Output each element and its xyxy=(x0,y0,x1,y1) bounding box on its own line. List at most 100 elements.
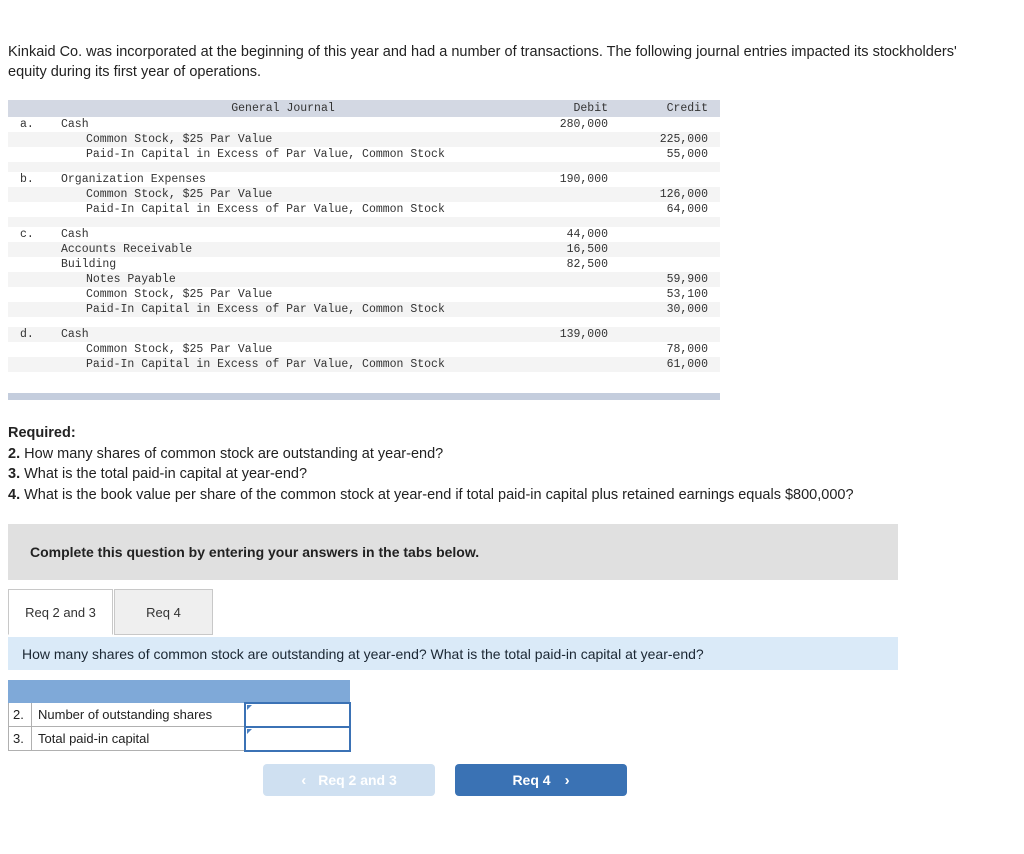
general-journal-table: General Journal Debit Credit a. Cash 280,000 C… xyxy=(8,100,720,372)
journal-entry-letter xyxy=(8,302,46,317)
journal-header-credit: Credit xyxy=(666,102,708,115)
journal-account-name: Building xyxy=(61,258,117,271)
answer-table-header-row xyxy=(8,680,350,703)
question-page: Kinkaid Co. was incorporated at the begi… xyxy=(0,0,1024,854)
journal-spacer-row xyxy=(8,317,720,327)
tab-req-2-and-3[interactable]: Req 2 and 3 xyxy=(8,589,113,635)
required-item-4-num: 4. xyxy=(8,486,21,503)
journal-header-blank xyxy=(8,100,46,117)
tab-req-4[interactable]: Req 4 xyxy=(114,589,213,635)
journal-entry-letter: d. xyxy=(20,328,34,341)
answer-row-3-label: Total paid-in capital xyxy=(31,726,245,751)
journal-debit-amount xyxy=(520,357,620,372)
required-item-4-text: What is the book value per share of the … xyxy=(20,486,854,503)
table-row: 2. Number of outstanding shares xyxy=(8,701,351,728)
required-item-2: 2. How many shares of common stock are o… xyxy=(8,445,1008,465)
journal-account-name: Notes Payable xyxy=(86,273,176,286)
journal-entry-letter xyxy=(8,272,46,287)
journal-line-row: Paid-In Capital in Excess of Par Value, … xyxy=(8,302,720,317)
answer-header-value-cell xyxy=(244,680,350,703)
journal-debit-amount xyxy=(520,302,620,317)
journal-entry-letter: b. xyxy=(20,173,34,186)
journal-line-row: Accounts Receivable 16,500 xyxy=(8,242,720,257)
journal-line-row: b. Organization Expenses 190,000 xyxy=(8,172,720,187)
journal-account-name: Organization Expenses xyxy=(61,173,206,186)
journal-debit-amount xyxy=(520,132,620,147)
table-row: 3. Total paid-in capital xyxy=(8,725,351,752)
chevron-right-icon: › xyxy=(564,771,570,789)
answer-header-num-cell xyxy=(8,680,32,703)
journal-spacer-row xyxy=(8,162,720,172)
next-req-button-label: Req 4 xyxy=(512,772,551,788)
journal-account-name: Cash xyxy=(61,118,89,131)
required-item-3-text: What is the total paid-in capital at yea… xyxy=(20,466,308,482)
journal-account-name: Accounts Receivable xyxy=(61,243,193,256)
journal-debit-amount xyxy=(520,342,620,357)
tab-underline xyxy=(8,635,898,637)
next-req-button[interactable]: Req 4 › xyxy=(455,764,627,796)
journal-debit-amount: 16,500 xyxy=(566,243,608,256)
journal-debit-amount xyxy=(520,287,620,302)
journal-line-row: a. Cash 280,000 xyxy=(8,117,720,132)
journal-line-row: Notes Payable 59,900 xyxy=(8,272,720,287)
required-title: Required: xyxy=(8,425,76,441)
journal-credit-amount: 64,000 xyxy=(666,203,708,216)
journal-credit-amount xyxy=(620,327,720,342)
answer-row-2-label: Number of outstanding shares xyxy=(31,702,245,727)
journal-line-row: c. Cash 44,000 xyxy=(8,227,720,242)
journal-account-name: Paid-In Capital in Excess of Par Value, … xyxy=(86,203,445,216)
answer-header-label-cell xyxy=(31,680,245,703)
journal-debit-amount: 44,000 xyxy=(566,228,608,241)
journal-credit-amount: 30,000 xyxy=(666,303,708,316)
journal-debit-amount xyxy=(520,187,620,202)
journal-credit-amount xyxy=(620,242,720,257)
journal-credit-amount: 53,100 xyxy=(666,288,708,301)
journal-account-name: Paid-In Capital in Excess of Par Value, … xyxy=(86,148,445,161)
required-item-2-text: How many shares of common stock are outs… xyxy=(20,445,444,462)
journal-credit-amount: 126,000 xyxy=(659,188,708,201)
journal-credit-amount: 78,000 xyxy=(666,343,708,356)
answer-row-2-input[interactable] xyxy=(243,701,351,728)
journal-account-name: Common Stock, $25 Par Value xyxy=(86,288,273,301)
journal-entry-letter: c. xyxy=(20,228,34,241)
journal-entry-letter xyxy=(8,202,46,217)
journal-account-name: Common Stock, $25 Par Value xyxy=(86,133,273,146)
journal-debit-amount xyxy=(520,147,620,162)
prev-req-button[interactable]: ‹ Req 2 and 3 xyxy=(263,764,435,796)
prev-req-button-label: Req 2 and 3 xyxy=(318,772,397,788)
cell-corner-marker-icon xyxy=(246,704,252,710)
journal-credit-amount xyxy=(620,227,720,242)
journal-account-name: Cash xyxy=(61,328,89,341)
chevron-left-icon: ‹ xyxy=(301,771,307,789)
journal-line-row: Building 82,500 xyxy=(8,257,720,272)
journal-debit-amount: 190,000 xyxy=(559,173,608,186)
journal-credit-amount: 59,900 xyxy=(666,273,708,286)
journal-debit-amount xyxy=(520,202,620,217)
required-section: Required: 2. How many shares of common s… xyxy=(8,424,1008,505)
journal-debit-amount: 139,000 xyxy=(559,328,608,341)
journal-line-row: Common Stock, $25 Par Value 225,000 xyxy=(8,132,720,147)
question-bar: How many shares of common stock are outs… xyxy=(8,637,898,670)
journal-debit-amount: 280,000 xyxy=(559,118,608,131)
journal-debit-amount: 82,500 xyxy=(566,258,608,271)
journal-entry-letter xyxy=(8,187,46,202)
journal-account-name: Cash xyxy=(61,228,89,241)
answer-table: 2. Number of outstanding shares 3. Total… xyxy=(8,680,351,752)
journal-entry-letter xyxy=(8,242,46,257)
journal-header-row: General Journal Debit Credit xyxy=(8,100,720,117)
journal-credit-amount xyxy=(620,117,720,132)
journal-account-name: Common Stock, $25 Par Value xyxy=(86,188,273,201)
answer-row-3-num: 3. xyxy=(8,726,32,751)
cell-corner-marker-icon xyxy=(246,728,252,734)
journal-entry-letter xyxy=(8,257,46,272)
question-bar-text: How many shares of common stock are outs… xyxy=(22,645,704,662)
journal-credit-amount xyxy=(620,257,720,272)
journal-entry-letter xyxy=(8,287,46,302)
required-item-3: 3. What is the total paid-in capital at … xyxy=(8,465,1008,485)
answer-row-3-input[interactable] xyxy=(243,725,351,752)
journal-credit-amount xyxy=(620,172,720,187)
journal-line-row: Common Stock, $25 Par Value 126,000 xyxy=(8,187,720,202)
journal-account-name: Paid-In Capital in Excess of Par Value, … xyxy=(86,303,445,316)
journal-line-row: Common Stock, $25 Par Value 53,100 xyxy=(8,287,720,302)
journal-line-row: Common Stock, $25 Par Value 78,000 xyxy=(8,342,720,357)
